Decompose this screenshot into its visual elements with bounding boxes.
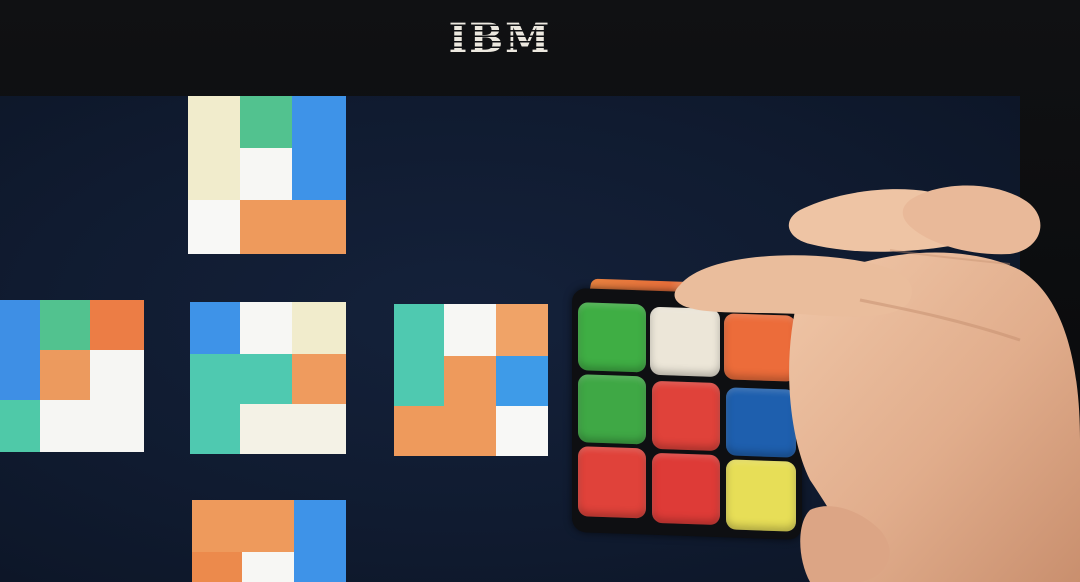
piece-white-bottom [40,400,90,452]
piece-orange [90,300,144,350]
piece-orange [192,552,242,582]
net-front-face [190,302,346,454]
piece-orange-wide [192,500,294,552]
piece-blue-tall [0,300,40,400]
piece-orange-light [496,304,548,356]
net-top-face [188,96,346,254]
piece-white-L [90,350,144,452]
piece-white-corner [496,406,548,456]
piece-blue [190,302,240,354]
sticker-green [578,302,646,373]
net-bottom-face [192,500,346,582]
piece-green [40,300,90,350]
piece-white [242,552,294,582]
piece-orange-L [444,356,496,456]
piece-cream [292,302,346,354]
piece-white-center [240,148,292,200]
piece-white [444,304,496,356]
net-left-face [0,300,144,452]
piece-blue [496,356,548,406]
piece-white [240,302,292,354]
net-right-face [394,304,548,456]
piece-orange-center [40,350,90,400]
piece-cream-tall [188,96,240,200]
piece-green [240,96,292,148]
brand-logo-text: IBM [448,14,552,62]
piece-blue-tall [292,96,346,200]
piece-orange [292,354,346,404]
hand-index-finger [674,255,912,317]
sticker-red [578,446,646,519]
hand [674,185,1080,582]
piece-teal-bottom [190,404,240,454]
piece-cream-wide [240,404,346,454]
brand-logo: IBM [448,14,552,62]
piece-white-corner [188,200,240,254]
piece-blue-tall [294,500,346,582]
piece-teal-L [190,354,292,404]
piece-orange-wide [240,200,346,254]
sticker-green [578,374,646,445]
piece-teal-tall [394,304,444,406]
piece-orange-bottom [394,406,444,456]
piece-teal [0,400,40,452]
